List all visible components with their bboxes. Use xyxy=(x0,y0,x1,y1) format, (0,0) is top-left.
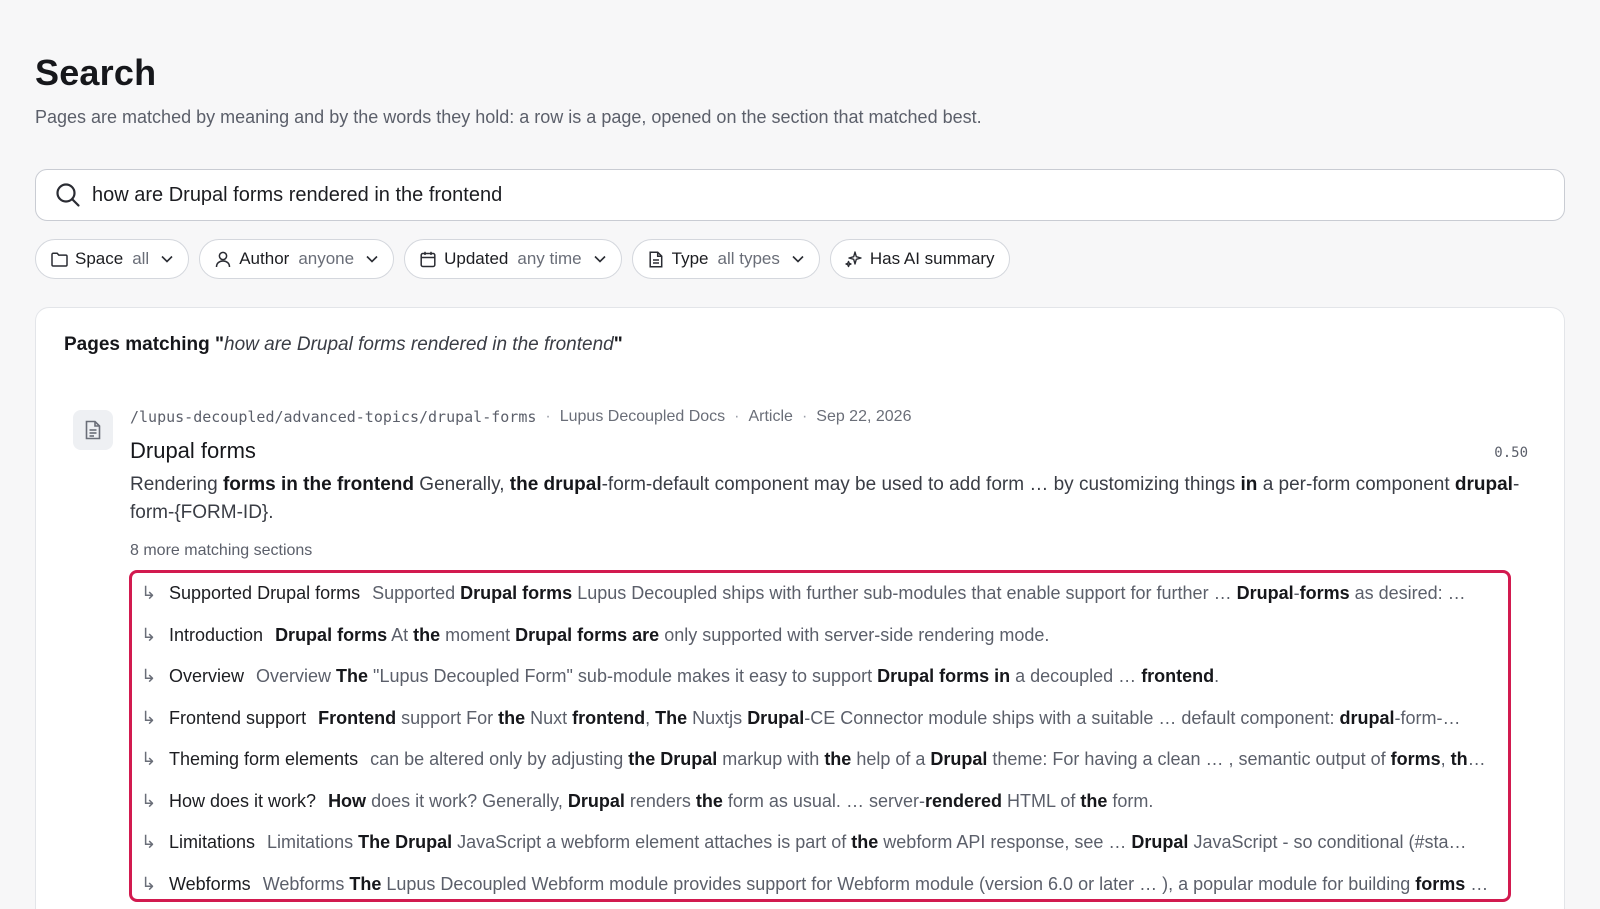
result-path[interactable]: /lupus-decoupled/advanced-topics/drupal-… xyxy=(130,408,536,426)
section-snippet: can be altered only by adjusting the Dru… xyxy=(370,749,1486,770)
result-score: 0.50 xyxy=(1494,445,1528,461)
results-heading-suffix: " xyxy=(613,334,623,355)
filter-updated-value: any time xyxy=(517,249,582,268)
matching-sections-list: ↳ Supported Drupal forms Supported Drupal … xyxy=(129,570,1511,902)
section-snippet: Frontend support For the Nuxt frontend, … xyxy=(318,707,1461,728)
sub-arrow-icon: ↳ xyxy=(141,707,157,728)
meta-separator: · xyxy=(545,408,551,425)
result-title[interactable]: Drupal forms xyxy=(130,438,256,464)
section-title: Theming form elements xyxy=(169,749,359,770)
filter-updated-label: Updated xyxy=(444,249,509,268)
more-sections-label: 8 more matching sections xyxy=(130,542,313,559)
section-snippet: Limitations The Drupal JavaScript a webf… xyxy=(267,832,1467,853)
sub-arrow-icon: ↳ xyxy=(141,873,157,894)
result-snippet: Rendering forms in the frontend Generall… xyxy=(130,474,1520,523)
result-date: Sep 22, 2026 xyxy=(816,408,912,425)
section-title: Webforms xyxy=(169,873,251,894)
result-space[interactable]: Lupus Decoupled Docs xyxy=(560,408,725,426)
section-row[interactable]: ↳ Theming form elements can be altered onl… xyxy=(132,739,1508,781)
section-title: Supported Drupal forms xyxy=(169,583,361,604)
filter-space[interactable]: Space all xyxy=(35,239,190,279)
filter-author-label: Author xyxy=(239,249,290,268)
section-snippet: Drupal forms At the moment Drupal forms … xyxy=(275,624,1050,645)
sparkles-icon xyxy=(845,250,863,268)
filter-space-value: all xyxy=(132,249,150,268)
folder-icon xyxy=(50,250,68,268)
filter-author-value: anyone xyxy=(298,249,355,268)
filter-has-ai-summary[interactable]: Has AI summary xyxy=(829,239,1010,279)
section-snippet: Webforms The Lupus Decoupled Webform mod… xyxy=(262,873,1489,894)
sub-arrow-icon: ↳ xyxy=(141,624,157,645)
meta-separator: · xyxy=(801,408,808,425)
chevron-down-icon xyxy=(791,252,805,266)
section-row[interactable]: ↳ Limitations Limitations The Drupal JavaS… xyxy=(132,822,1508,864)
results-heading-prefix: Pages matching " xyxy=(64,334,224,355)
filter-type-label: Type xyxy=(671,249,709,268)
meta-separator: · xyxy=(734,408,740,425)
results-card: Pages matching "how are Drupal forms ren… xyxy=(35,307,1565,909)
filter-updated[interactable]: Updated any time xyxy=(404,239,622,279)
sub-arrow-icon: ↳ xyxy=(141,666,157,687)
section-row[interactable]: ↳ Overview Overview The "Lupus Decoupled F… xyxy=(132,656,1508,698)
section-title: Frontend support xyxy=(169,707,307,728)
section-snippet: How does it work? Generally, Drupal rend… xyxy=(328,790,1154,811)
section-row[interactable]: ↳ Supported Drupal forms Supported Drupal … xyxy=(132,573,1508,615)
section-title: Introduction xyxy=(169,624,264,645)
section-snippet: Overview The "Lupus Decoupled Form" sub-… xyxy=(256,666,1220,687)
result-meta: /lupus-decoupled/advanced-topics/drupal-… xyxy=(130,408,911,426)
document-icon xyxy=(647,250,665,268)
filter-bar: Space all Author anyone Updated any time… xyxy=(35,239,1010,279)
filter-space-label: Space xyxy=(75,249,124,268)
chevron-down-icon xyxy=(593,252,607,266)
chevron-down-icon xyxy=(365,252,379,266)
section-row[interactable]: ↳ Introduction Drupal forms At the moment … xyxy=(132,615,1508,657)
search-page: Search Pages are matched by meaning and … xyxy=(35,0,1565,909)
results-heading: Pages matching "how are Drupal forms ren… xyxy=(64,334,623,356)
filter-type[interactable]: Type all types xyxy=(631,239,820,279)
filter-author[interactable]: Author anyone xyxy=(199,239,395,279)
section-title: Overview xyxy=(169,666,245,687)
person-icon xyxy=(214,250,232,268)
section-row[interactable]: ↳ How does it work? How does it work? Gene… xyxy=(132,781,1508,823)
document-icon xyxy=(73,410,113,450)
filter-has-ai-summary-label: Has AI summary xyxy=(869,249,995,268)
section-row[interactable]: ↳ Frontend support Frontend support For th… xyxy=(132,698,1508,740)
search-input[interactable] xyxy=(92,183,1492,207)
calendar-icon xyxy=(419,250,437,268)
sub-arrow-icon: ↳ xyxy=(141,583,157,604)
section-row[interactable]: ↳ Webforms Webforms The Lupus Decoupled We… xyxy=(132,864,1508,900)
results-heading-query: how are Drupal forms rendered in the fro… xyxy=(224,334,614,355)
chevron-down-icon xyxy=(160,252,174,266)
section-snippet: Supported Drupal forms Lupus Decoupled s… xyxy=(372,583,1466,604)
section-title: How does it work? xyxy=(169,790,317,811)
search-box[interactable] xyxy=(35,169,1565,221)
result-type: Article xyxy=(748,408,793,425)
page-title: Search xyxy=(35,52,157,93)
sub-arrow-icon: ↳ xyxy=(141,749,157,770)
page-subtitle: Pages are matched by meaning and by the … xyxy=(35,107,982,127)
section-title: Limitations xyxy=(169,832,256,853)
filter-type-value: all types xyxy=(717,249,780,268)
sub-arrow-icon: ↳ xyxy=(141,790,157,811)
sub-arrow-icon: ↳ xyxy=(141,832,157,853)
search-icon xyxy=(53,180,83,210)
